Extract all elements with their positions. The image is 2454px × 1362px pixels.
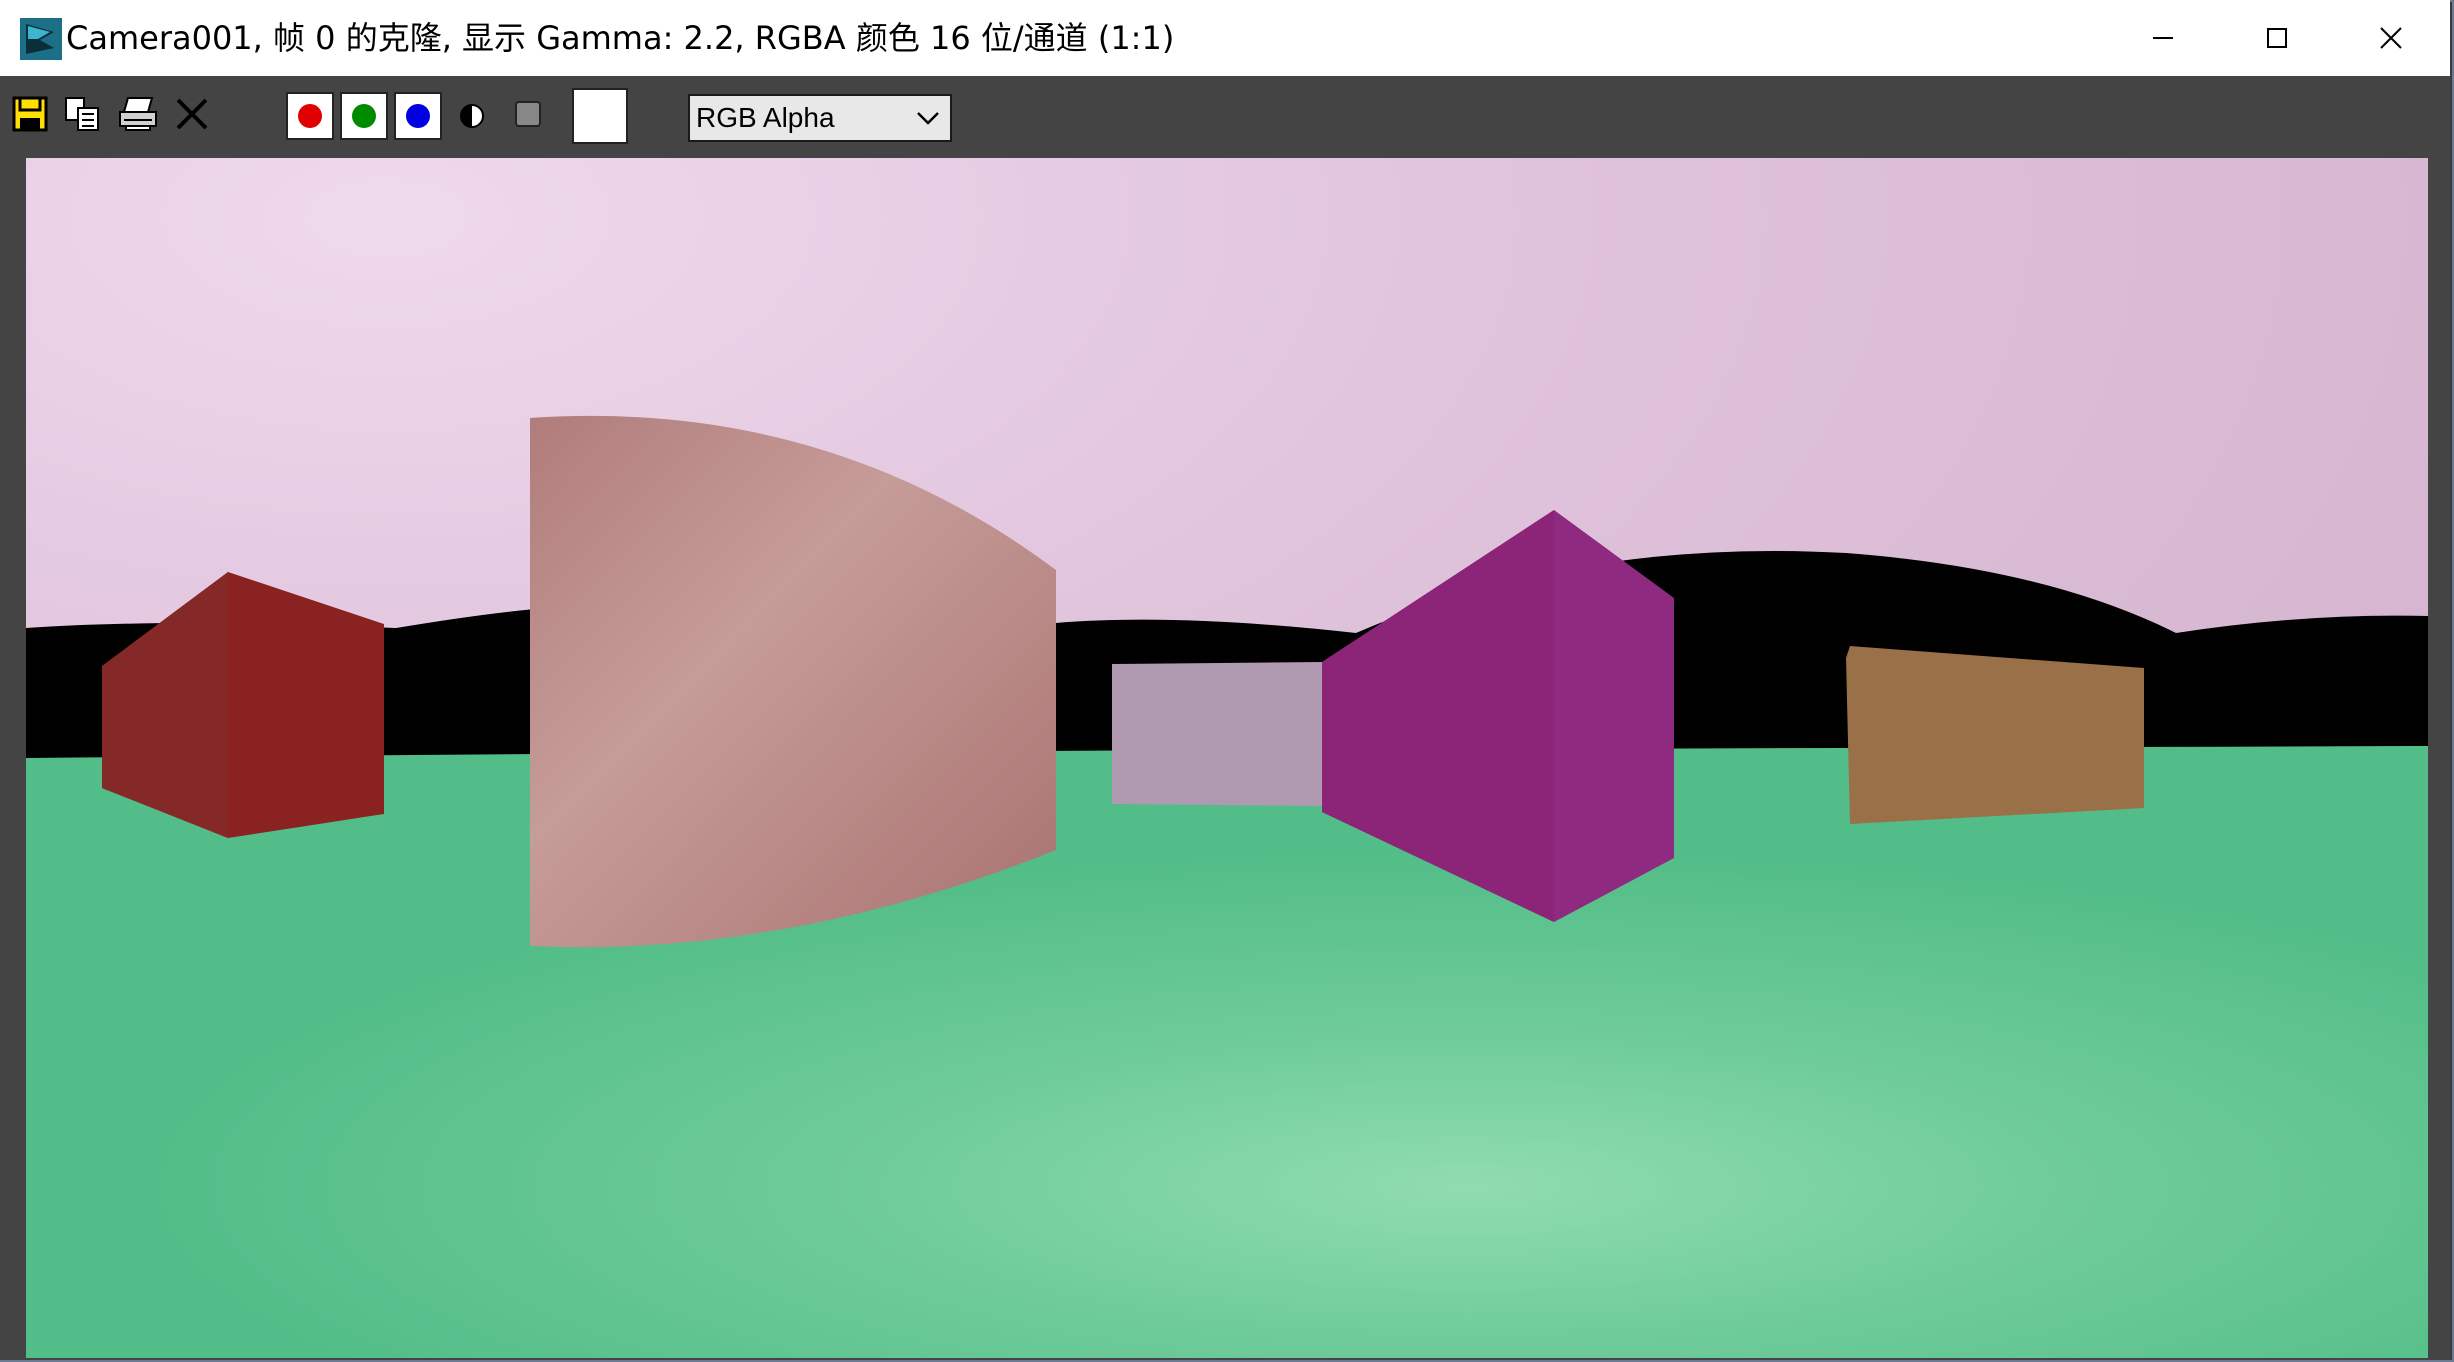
maximize-icon <box>2267 28 2287 48</box>
chevron-down-icon <box>917 112 939 125</box>
red-channel-button[interactable] <box>286 92 334 140</box>
save-icon[interactable] <box>10 94 50 134</box>
close-icon <box>2380 27 2402 49</box>
monochrome-icon[interactable] <box>454 98 490 134</box>
close-button[interactable] <box>2334 0 2448 76</box>
frame-buffer-toolbar <box>0 76 2450 154</box>
red-dot-icon <box>298 104 322 128</box>
minimize-icon <box>2153 37 2173 39</box>
blue-channel-button[interactable] <box>394 92 442 140</box>
lavender-box <box>1112 662 1322 806</box>
title-bar[interactable]: Camera001, 帧 0 的克隆, 显示 Gamma: 2.2, RGBA … <box>0 0 2450 76</box>
clear-icon[interactable] <box>172 94 212 134</box>
copy-icon[interactable] <box>62 94 102 134</box>
channel-display-value: RGB Alpha <box>696 102 835 133</box>
maximize-button[interactable] <box>2220 0 2334 76</box>
window-title: Camera001, 帧 0 的克隆, 显示 Gamma: 2.2, RGBA … <box>66 19 1175 57</box>
rendered-image[interactable] <box>26 158 2428 1358</box>
ground-plane <box>26 746 2428 1358</box>
alpha-toggle-icon[interactable] <box>512 98 544 130</box>
print-icon[interactable] <box>118 94 158 134</box>
minimize-button[interactable] <box>2106 0 2220 76</box>
color-swatch[interactable] <box>572 88 628 144</box>
green-dot-icon <box>352 104 376 128</box>
blue-dot-icon <box>406 104 430 128</box>
brown-box <box>1846 646 2144 824</box>
3dsmax-logo-icon <box>20 18 62 60</box>
green-channel-button[interactable] <box>340 92 388 140</box>
channel-display-dropdown[interactable]: RGB Alpha <box>688 94 952 142</box>
rendered-scene <box>26 158 2428 1358</box>
